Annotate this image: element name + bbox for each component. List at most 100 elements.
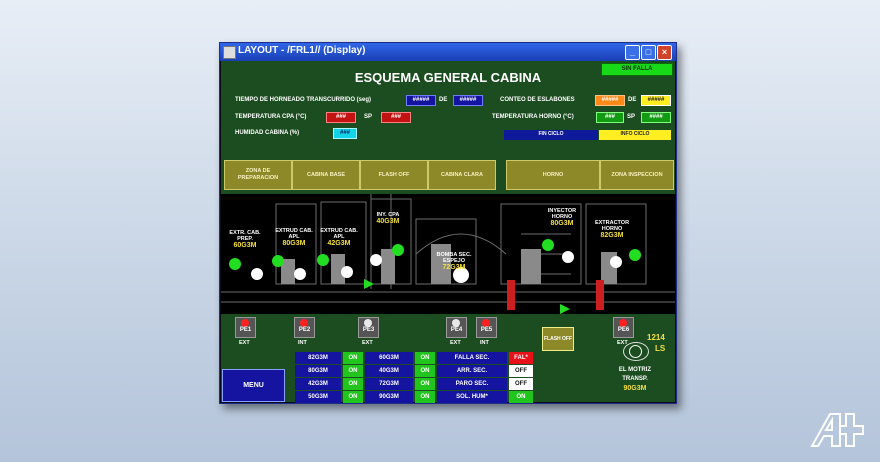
equipment-name: EXTRACTOR HORNO bbox=[594, 220, 630, 232]
table-cell-a-state[interactable]: ON bbox=[343, 378, 363, 390]
humedad-label: HUMIDAD CABINA (%) bbox=[235, 130, 300, 136]
zone-cabina-base[interactable]: CABINA BASE bbox=[292, 160, 360, 190]
table-cell-status[interactable]: FAL* bbox=[509, 352, 533, 364]
zone-flash-off[interactable]: FLASH OFF bbox=[360, 160, 428, 190]
equipment-value: 82G3M bbox=[600, 232, 624, 239]
conteo-de: DE bbox=[628, 97, 637, 103]
equipment-6[interactable]: INYECTOR HORNO 80G3M bbox=[539, 208, 585, 227]
motor-label-1: EL MOTRIZ bbox=[618, 367, 652, 373]
pe-unit-5[interactable]: PE5 bbox=[476, 317, 497, 338]
table-cell-label: ARR. SEC. bbox=[437, 365, 507, 377]
table-cell-b-state[interactable]: ON bbox=[415, 365, 435, 377]
pe-unit-4[interactable]: PE4 bbox=[446, 317, 467, 338]
pe-tag: EXT bbox=[239, 340, 250, 346]
equipment-name: INYECTOR HORNO bbox=[547, 208, 577, 220]
table-cell-b-state[interactable]: ON bbox=[415, 352, 435, 364]
conteo-total: ##### bbox=[641, 95, 671, 106]
equipment-name: BOMBA SEC. ESPEJO bbox=[436, 252, 472, 264]
equipment-2[interactable]: EXTRUD CAB. APL 80G3M bbox=[271, 228, 317, 247]
equipment-value: 42G3M bbox=[327, 240, 351, 247]
pe-name: PE6 bbox=[617, 327, 630, 333]
pe-status-indicator bbox=[300, 319, 308, 327]
table-cell-a-state[interactable]: ON bbox=[343, 391, 363, 403]
temp-cpa-setpoint[interactable]: ### bbox=[381, 112, 411, 123]
temp-horno-setpoint[interactable]: #### bbox=[641, 112, 671, 123]
pe-status-indicator bbox=[482, 319, 490, 327]
equipment-value: 60G3M bbox=[233, 242, 257, 249]
equipment-5[interactable]: BOMBA SEC. ESPEJO 72G3M bbox=[431, 252, 477, 271]
counter-value: 1214 bbox=[647, 333, 665, 342]
table-cell-b: 40G3M bbox=[365, 365, 413, 377]
maximize-button[interactable]: □ bbox=[641, 45, 656, 60]
table-cell-b: 60G3M bbox=[365, 352, 413, 364]
pe-tag: INT bbox=[480, 340, 489, 346]
temp-horno-label: TEMPERATURA HORNO (°C) bbox=[492, 114, 574, 120]
conteo-label: CONTEO DE ESLABONES bbox=[500, 97, 575, 103]
pe-status-indicator bbox=[241, 319, 249, 327]
table-cell-a: 50G3M bbox=[295, 391, 341, 403]
pe-status-indicator bbox=[452, 319, 460, 327]
tiempo-label: TIEMPO DE HORNEADO TRANSCURRIDO (seg) bbox=[235, 97, 372, 103]
zone-preparacion[interactable]: ZONA DE PREPARACION bbox=[224, 160, 292, 190]
pe-tag: EXT bbox=[450, 340, 461, 346]
pe-name: PE5 bbox=[480, 327, 493, 333]
a-plus-logo bbox=[810, 408, 865, 448]
fin-ciclo-indicator: FIN CICLO bbox=[504, 130, 598, 140]
table-cell-b: 90G3M bbox=[365, 391, 413, 403]
table-cell-label: FALLA SEC. bbox=[437, 352, 507, 364]
pe-name: PE2 bbox=[298, 327, 311, 333]
minimize-button[interactable]: _ bbox=[625, 45, 640, 60]
counter-unit: LS bbox=[655, 344, 666, 353]
table-cell-label: SOL. HUM* bbox=[437, 391, 507, 403]
motor-value: 90G3M bbox=[623, 385, 647, 392]
tiempo-de: DE bbox=[439, 97, 448, 103]
table-cell-a-state[interactable]: ON bbox=[343, 352, 363, 364]
table-cell-status[interactable]: OFF bbox=[509, 365, 533, 377]
pe-tag: INT bbox=[298, 340, 307, 346]
pe-tag: EXT bbox=[362, 340, 373, 346]
equipment-3[interactable]: EXTRUD CAB. APL 42G3M bbox=[316, 228, 362, 247]
table-cell-b-state[interactable]: ON bbox=[415, 391, 435, 403]
app-icon bbox=[223, 46, 236, 59]
table-cell-status[interactable]: ON bbox=[509, 391, 533, 403]
pe-unit-3[interactable]: PE3 bbox=[358, 317, 379, 338]
temp-cpa-sp: SP bbox=[364, 114, 373, 120]
equipment-value: 80G3M bbox=[550, 220, 574, 227]
flash-off-box[interactable]: FLASH OFF bbox=[542, 327, 574, 351]
equipment-value: 80G3M bbox=[282, 240, 306, 247]
pe-unit-6[interactable]: PE6 bbox=[613, 317, 634, 338]
hmi-screen: SIN FALLA ESQUEMA GENERAL CABINA TIEMPO … bbox=[221, 61, 675, 403]
pe-status-indicator bbox=[619, 319, 627, 327]
equipment-4[interactable]: INY. CPA 40G3M bbox=[365, 212, 411, 225]
zone-cabina-clara[interactable]: CABINA CLARA bbox=[428, 160, 496, 190]
pe-name: PE4 bbox=[450, 327, 463, 333]
temp-cpa-label: TEMPERATURA CPA (°C) bbox=[235, 114, 307, 120]
humedad-value: ### bbox=[333, 128, 357, 139]
pe-unit-1[interactable]: PE1 bbox=[235, 317, 256, 338]
equipment-value: 72G3M bbox=[442, 264, 466, 271]
equipment-name: EXTRUD CAB. APL bbox=[320, 228, 358, 240]
equipment-name: EXTR. CAB. PREP. bbox=[229, 230, 261, 242]
close-button[interactable]: × bbox=[657, 45, 672, 60]
table-cell-a: 82G3M bbox=[295, 352, 341, 364]
window-title: LAYOUT - /FRL1// (Display) bbox=[238, 45, 366, 56]
equipment-7[interactable]: EXTRACTOR HORNO 82G3M bbox=[589, 220, 635, 239]
info-ciclo-indicator: INFO CICLO bbox=[599, 130, 671, 140]
conteo-value: ##### bbox=[595, 95, 625, 106]
menu-button[interactable]: MENU bbox=[222, 369, 285, 402]
zone-inspeccion[interactable]: ZONA INSPECCION bbox=[600, 160, 674, 190]
table-cell-status[interactable]: OFF bbox=[509, 378, 533, 390]
equipment-1[interactable]: EXTR. CAB. PREP. 60G3M bbox=[222, 230, 268, 249]
table-cell-b-state[interactable]: ON bbox=[415, 378, 435, 390]
pe-name: PE3 bbox=[362, 327, 375, 333]
zone-horno[interactable]: HORNO bbox=[506, 160, 600, 190]
title-bar: LAYOUT - /FRL1// (Display) _ □ × bbox=[220, 43, 676, 61]
table-cell-label: PARO SEC. bbox=[437, 378, 507, 390]
table-cell-a-state[interactable]: ON bbox=[343, 365, 363, 377]
pe-unit-2[interactable]: PE2 bbox=[294, 317, 315, 338]
scada-window: LAYOUT - /FRL1// (Display) _ □ × SIN FAL… bbox=[219, 42, 677, 404]
temp-horno-sp: SP bbox=[627, 114, 636, 120]
logo-mark bbox=[810, 413, 864, 447]
table-cell-a: 42G3M bbox=[295, 378, 341, 390]
page-title: ESQUEMA GENERAL CABINA bbox=[354, 70, 542, 85]
